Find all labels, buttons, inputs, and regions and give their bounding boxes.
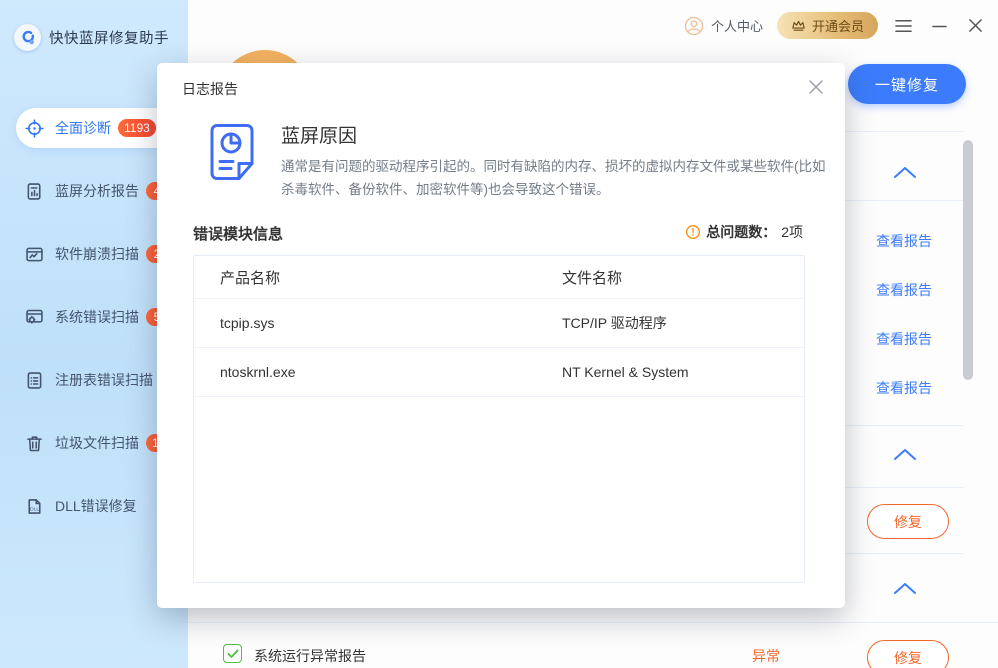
cell-product: tcpip.sys (194, 315, 536, 331)
titlebar-controls: 个人中心 开通会员 (683, 12, 986, 39)
minimize-icon[interactable] (928, 15, 950, 37)
system-gear-icon (24, 307, 45, 328)
view-report-link[interactable]: 查看报告 (876, 231, 938, 249)
checkbox-checked[interactable] (223, 644, 242, 663)
collapse-chevron-up-icon[interactable] (892, 580, 918, 596)
svg-text:DLL: DLL (30, 506, 39, 512)
status-badge: 异常 (752, 646, 780, 666)
divider (188, 622, 998, 623)
dll-file-icon: DLL (24, 496, 45, 517)
user-icon (683, 15, 705, 37)
bottom-row-label: 系统运行异常报告 (254, 646, 366, 666)
sidebar-item-label: 注册表错误扫描 (55, 370, 153, 390)
wrench-logo-icon (14, 24, 41, 51)
target-icon (24, 118, 45, 139)
checkmark-icon (227, 649, 239, 659)
registry-list-icon (24, 370, 45, 391)
app-title: 快快蓝屏修复助手 (49, 27, 169, 48)
table-row: tcpip.sys TCP/IP 驱动程序 (194, 299, 804, 348)
cause-title: 蓝屏原因 (281, 121, 357, 148)
sidebar-item-label: 系统错误扫描 (55, 307, 139, 327)
sidebar-item-label: 垃圾文件扫描 (55, 433, 139, 453)
column-header-product: 产品名称 (194, 267, 536, 288)
log-report-modal: 日志报告 蓝屏原因 通常是有问题的驱动程序引起的。同时有缺陷的内存、损坏的虚拟内… (157, 63, 845, 608)
cell-file: TCP/IP 驱动程序 (536, 313, 804, 333)
trash-icon (24, 433, 45, 454)
one-click-repair-button[interactable]: 一键修复 (848, 64, 966, 104)
sidebar-item-label: 全面诊断 (55, 118, 111, 138)
table-row: ntoskrnl.exe NT Kernel & System (194, 348, 804, 397)
report-pie-document-icon (205, 121, 259, 184)
table-header-row: 产品名称 文件名称 (194, 256, 804, 299)
column-header-file: 文件名称 (536, 267, 804, 288)
cell-product: ntoskrnl.exe (194, 364, 536, 380)
error-module-table: 产品名称 文件名称 tcpip.sys TCP/IP 驱动程序 ntoskrnl… (193, 255, 805, 583)
badge: 1193 (118, 119, 156, 137)
user-center-label: 个人中心 (711, 16, 763, 35)
view-report-link[interactable]: 查看报告 (876, 280, 938, 298)
total-problems: 总问题数： 2项 (685, 222, 803, 242)
scrollbar[interactable] (963, 140, 973, 380)
user-center-button[interactable]: 个人中心 (683, 15, 763, 37)
collapse-chevron-up-icon[interactable] (892, 164, 918, 180)
app-brand: 快快蓝屏修复助手 (14, 24, 169, 51)
modal-close-icon[interactable] (805, 76, 827, 98)
total-problems-value: 2项 (781, 222, 803, 242)
repair-button[interactable]: 修复 (867, 504, 949, 539)
collapse-chevron-up-icon[interactable] (892, 446, 918, 462)
close-window-icon[interactable] (964, 15, 986, 37)
view-report-link[interactable]: 查看报告 (876, 329, 938, 347)
crown-icon (791, 19, 806, 32)
report-chart-icon (24, 181, 45, 202)
menu-icon[interactable] (892, 15, 914, 37)
app-window: 快快蓝屏修复助手 全面诊断 1193 蓝屏分析报告 4 (0, 0, 998, 668)
cause-description: 通常是有问题的驱动程序引起的。同时有缺陷的内存、损坏的虚拟内存文件或某些软件(比… (281, 155, 833, 201)
modal-title: 日志报告 (182, 79, 238, 99)
cell-file: NT Kernel & System (536, 364, 804, 380)
sidebar-item-label: DLL错误修复 (55, 496, 137, 516)
repair-button[interactable]: 修复 (867, 640, 949, 668)
sidebar-item-label: 蓝屏分析报告 (55, 181, 139, 201)
warning-circle-icon (685, 224, 701, 240)
section-title: 错误模块信息 (193, 223, 283, 244)
view-report-link[interactable]: 查看报告 (876, 378, 938, 396)
total-problems-label: 总问题数： (706, 222, 776, 242)
sidebar-item-label: 软件崩溃扫描 (55, 244, 139, 264)
vip-button-label: 开通会员 (812, 16, 864, 35)
crash-window-icon (24, 244, 45, 265)
vip-membership-button[interactable]: 开通会员 (777, 12, 878, 39)
